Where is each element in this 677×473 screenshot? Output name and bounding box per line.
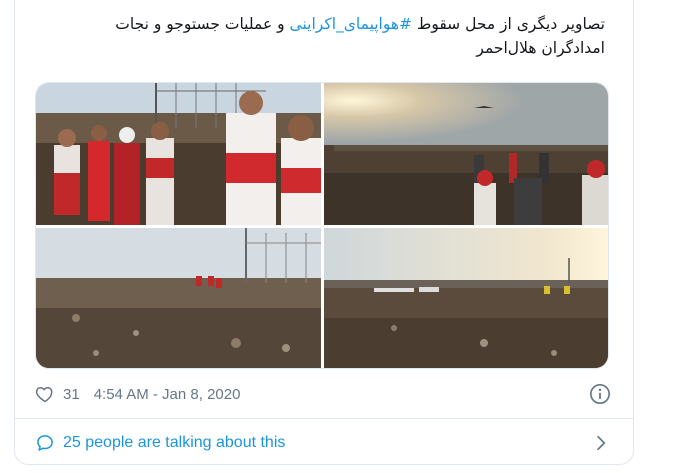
photo-rescue-workers[interactable] (36, 83, 321, 225)
info-icon[interactable] (589, 383, 611, 405)
tweet-card: تصاویر دیگری از محل سقوط #هواپیمای_اکرای… (14, 0, 634, 465)
photo-crash-field-sunrise[interactable] (324, 83, 608, 225)
photo-grid (35, 82, 609, 369)
divider (15, 418, 633, 419)
conversation-label[interactable]: 25 people are talking about this (63, 434, 285, 452)
tweet-timestamp[interactable]: 4:54 AM - Jan 8, 2020 (94, 386, 241, 403)
chevron-right-icon[interactable] (591, 433, 611, 453)
tweet-meta-row: 31 4:54 AM - Jan 8, 2020 (35, 380, 611, 408)
photo-wide-crash-site[interactable] (324, 228, 608, 368)
photo-debris-field[interactable] (36, 228, 321, 368)
heart-icon[interactable] (35, 384, 55, 404)
tweet-text: تصاویر دیگری از محل سقوط #هواپیمای_اکرای… (65, 12, 605, 60)
tweet-embed-page: تصاویر دیگری از محل سقوط #هواپیمای_اکرای… (0, 0, 677, 473)
conversation-link[interactable]: 25 people are talking about this (35, 430, 611, 456)
tweet-text-start: تصاویر دیگری از محل سقوط (416, 15, 605, 33)
like-count[interactable]: 31 (63, 386, 80, 403)
hashtag-link[interactable]: #هواپیمای_اکراینی (290, 15, 413, 33)
speech-bubble-icon (35, 433, 55, 453)
